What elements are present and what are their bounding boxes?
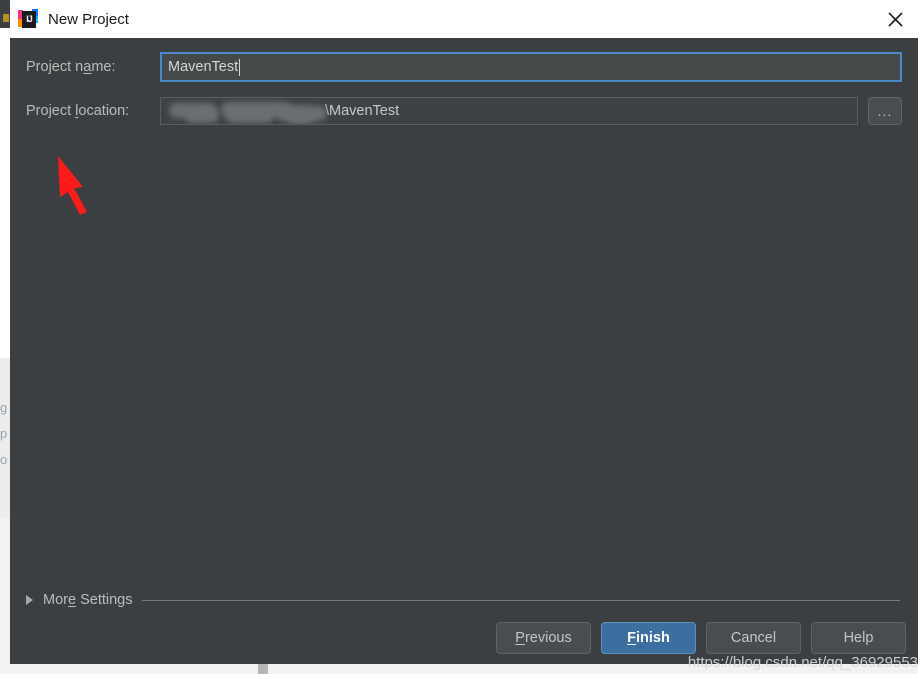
project-location-row: Project location: \MavenTest ... — [26, 96, 902, 126]
dialog-titlebar: IJ New Project — [10, 0, 918, 38]
ellipsis-icon: ... — [877, 103, 893, 119]
previous-button-suffix: revious — [524, 630, 572, 646]
finish-button-mnemonic: F — [627, 630, 636, 646]
more-settings-label-prefix: Mor — [43, 592, 68, 608]
help-button[interactable]: Help — [811, 622, 906, 654]
text-caret — [239, 58, 241, 76]
background-marker — [3, 14, 9, 22]
more-settings-row: More Settings — [26, 592, 908, 608]
project-location-label-suffix: ocation: — [78, 103, 130, 119]
separator — [142, 599, 900, 601]
more-settings-toggle[interactable]: More Settings — [26, 592, 132, 608]
project-location-value: \MavenTest — [325, 103, 400, 119]
cancel-button[interactable]: Cancel — [706, 622, 801, 654]
browse-button[interactable]: ... — [868, 97, 902, 125]
close-button[interactable] — [872, 0, 918, 38]
annotation-arrow-icon — [58, 156, 87, 215]
finish-button-suffix: inish — [636, 630, 670, 646]
finish-button[interactable]: Finish — [601, 622, 696, 654]
background-left-strip — [0, 0, 10, 28]
project-location-input[interactable]: \MavenTest — [160, 97, 858, 125]
app-icon-label: IJ — [26, 14, 33, 24]
project-location-label-prefix: Project — [26, 103, 76, 119]
previous-button-mnemonic: P — [515, 630, 525, 646]
project-name-label-suffix: me: — [91, 59, 116, 75]
more-settings-label: More Settings — [43, 592, 132, 608]
dialog-title: New Project — [48, 10, 129, 28]
dialog-footer: Previous Finish Cancel Help — [496, 622, 906, 654]
chevron-right-icon — [26, 595, 33, 605]
more-settings-label-suffix: Settings — [76, 592, 133, 608]
project-name-value: MavenTest — [168, 59, 239, 75]
background-bottom-tab — [258, 663, 268, 674]
project-location-label: Project location: — [26, 103, 160, 119]
close-icon — [887, 11, 903, 27]
previous-button[interactable]: Previous — [496, 622, 591, 654]
cancel-button-label: Cancel — [730, 630, 777, 646]
redacted-path-overlay — [165, 99, 327, 124]
project-name-row: Project name: MavenTest — [26, 52, 902, 82]
project-name-input[interactable]: MavenTest — [160, 52, 902, 82]
new-project-dialog: IJ New Project Project name: MavenTest P… — [10, 0, 918, 664]
dialog-body: Project name: MavenTest Project location… — [10, 38, 918, 664]
help-button-label: Help — [843, 630, 874, 646]
project-name-label-prefix: Project n — [26, 59, 84, 75]
project-name-label: Project name: — [26, 59, 160, 75]
more-settings-label-mnemonic: e — [67, 592, 77, 608]
intellij-idea-icon: IJ — [18, 9, 38, 29]
watermark: https://blog.csdn.net/qq_36929553 — [687, 654, 918, 671]
